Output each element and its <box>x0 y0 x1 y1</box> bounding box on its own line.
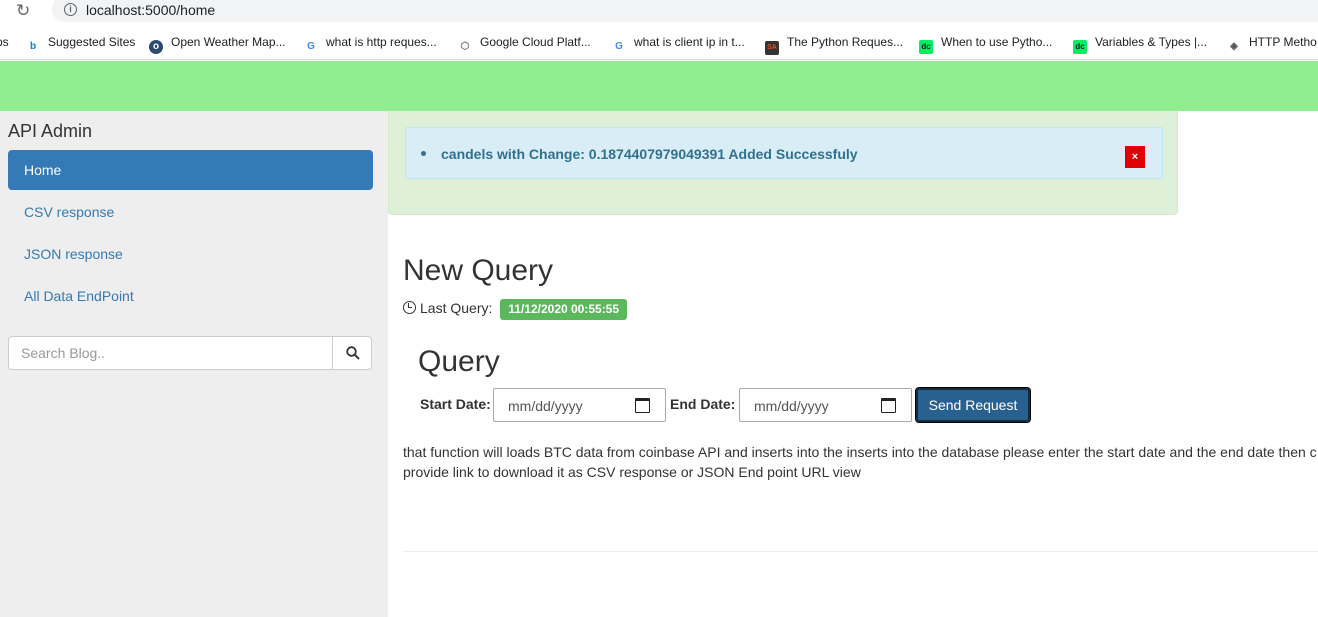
last-query-badge: 11/12/2020 00:55:55 <box>500 299 628 320</box>
brand-title: API Admin <box>8 121 93 141</box>
clock-icon <box>403 301 416 314</box>
search-group <box>8 336 372 370</box>
description-line-2: provide link to download it as CSV respo… <box>403 464 861 480</box>
bullet-icon <box>421 151 426 156</box>
gcp-icon: ⬡ <box>460 41 470 52</box>
description-line-1: that function will loads BTC data from c… <box>403 444 1317 460</box>
dc-icon: dc <box>919 40 933 54</box>
bookmark-label: Variables & Types |... <box>1095 35 1208 49</box>
bookmark-http-request[interactable]: Gwhat is http reques... <box>304 34 437 52</box>
flash-container: candels with Change: 0.1874407979049391 … <box>388 111 1178 215</box>
bookmark-google-cloud[interactable]: ⬡ Google Cloud Platf... <box>458 34 591 52</box>
bookmark-label: HTTP Metho <box>1249 35 1317 49</box>
end-date-placeholder: mm/dd/yyyy <box>754 398 829 414</box>
start-date-input[interactable]: mm/dd/yyyy <box>493 388 666 422</box>
info-icon[interactable]: i <box>64 3 77 16</box>
sa-icon: SA <box>765 41 779 55</box>
bing-icon: b <box>29 41 37 52</box>
bookmark-client-ip[interactable]: Gwhat is client ip in t... <box>612 34 745 52</box>
bookmark-label: ps <box>0 35 9 49</box>
divider <box>403 551 1318 552</box>
flash-message: candels with Change: 0.1874407979049391 … <box>441 146 858 162</box>
sidebar: API Admin Home CSV response JSON respons… <box>0 111 388 617</box>
bookmark-open-weather[interactable]: o Open Weather Map... <box>149 34 286 54</box>
description-text: that function will loads BTC data from c… <box>403 442 1318 482</box>
url-field[interactable] <box>52 0 1318 22</box>
http-icon: ◈ <box>1230 41 1238 52</box>
bookmark-python-requests[interactable]: SA The Python Reques... <box>765 34 904 55</box>
dc-icon: dc <box>1073 40 1087 54</box>
page-title: New Query <box>403 254 554 287</box>
last-query: Last Query: 11/12/2020 00:55:55 <box>403 298 628 320</box>
bookmark-label: When to use Pytho... <box>941 35 1053 49</box>
bookmark-label: what is client ip in t... <box>634 35 745 49</box>
sidebar-item-json-response[interactable]: JSON response <box>8 234 373 274</box>
google-icon: G <box>615 41 623 52</box>
google-icon: G <box>307 41 315 52</box>
start-date-placeholder: mm/dd/yyyy <box>508 398 583 414</box>
send-request-button[interactable]: Send Request <box>915 387 1031 423</box>
search-input[interactable] <box>8 336 333 370</box>
sidebar-nav: Home CSV response JSON response All Data… <box>8 150 373 318</box>
last-query-label: Last Query: <box>420 300 493 316</box>
bookmark-label: Suggested Sites <box>48 35 136 49</box>
bookmark-http-methods[interactable]: ◈ HTTP Metho <box>1227 34 1317 52</box>
url-text[interactable]: localhost:5000/home <box>86 2 215 18</box>
end-date-input[interactable]: mm/dd/yyyy <box>739 388 912 422</box>
search-icon <box>346 346 360 360</box>
sidebar-item-home[interactable]: Home <box>8 150 373 190</box>
calendar-icon[interactable] <box>881 398 896 413</box>
search-button[interactable] <box>332 336 372 370</box>
browser-address-bar: ↻ i localhost:5000/home <box>0 0 1318 24</box>
close-icon[interactable]: × <box>1125 146 1145 168</box>
end-date-label: End Date: <box>670 396 736 412</box>
sidebar-item-csv-response[interactable]: CSV response <box>8 192 373 232</box>
bookmark-label: what is http reques... <box>326 35 437 49</box>
sidebar-item-all-data-endpoint[interactable]: All Data EndPoint <box>8 276 373 316</box>
query-title: Query <box>418 345 500 378</box>
openweather-icon: o <box>149 40 163 54</box>
flash-alert: candels with Change: 0.1874407979049391 … <box>405 127 1163 179</box>
start-date-label: Start Date: <box>420 396 491 412</box>
bookmark-when-to-use-python[interactable]: dc When to use Pytho... <box>919 34 1053 54</box>
bookmarks-bar: ps b Suggested Sites o Open Weather Map...… <box>0 24 1318 60</box>
bookmark-suggested-sites[interactable]: b Suggested Sites <box>26 34 136 52</box>
bookmark-apps[interactable]: ps <box>0 34 9 50</box>
top-navbar <box>0 61 1318 111</box>
bookmark-variables-types[interactable]: dc Variables & Types |... <box>1073 34 1208 54</box>
bookmark-label: The Python Reques... <box>787 35 904 49</box>
reload-icon[interactable]: ↻ <box>16 1 38 21</box>
calendar-icon[interactable] <box>635 398 650 413</box>
bookmark-label: Open Weather Map... <box>171 35 286 49</box>
bookmark-label: Google Cloud Platf... <box>480 35 591 49</box>
